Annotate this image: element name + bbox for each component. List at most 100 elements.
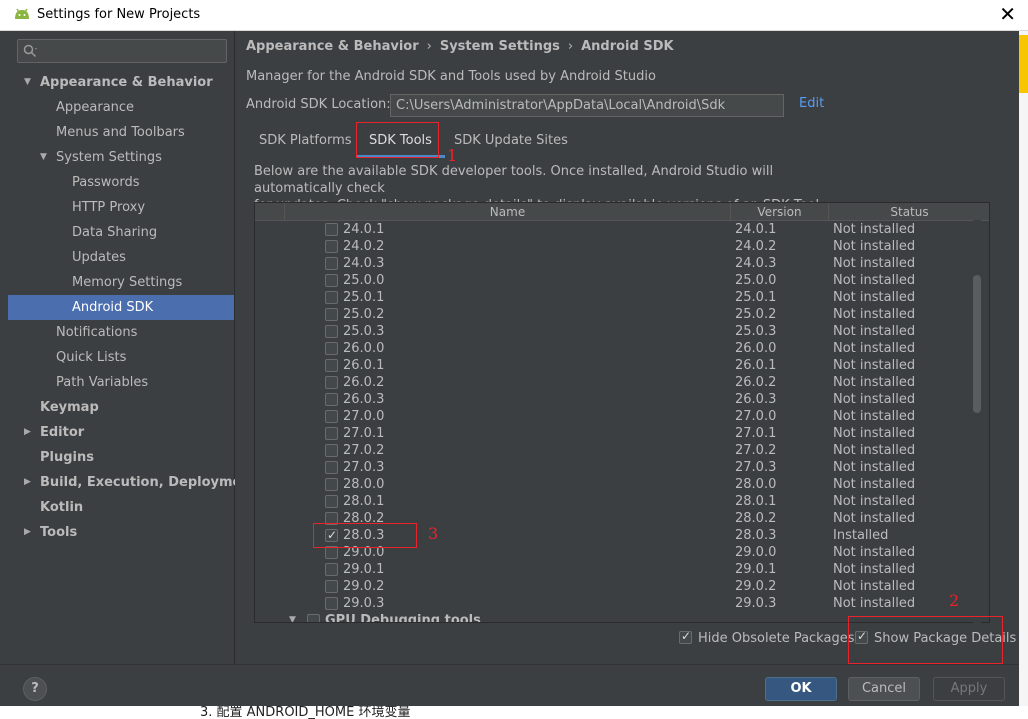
annotation-number-2: 2 [949,591,960,610]
chevron-down-icon[interactable]: ▼ [24,70,31,95]
annotation-number-3: 3 [428,524,439,543]
row-checkbox[interactable] [325,410,338,423]
sidebar-item-keymap[interactable]: Keymap [8,395,234,420]
chevron-right-icon[interactable]: ▶ [24,420,31,445]
chevron-right-icon[interactable]: ▶ [24,470,31,495]
sidebar-item-plugins[interactable]: Plugins [8,445,234,470]
breadcrumb-item: Android SDK [581,39,674,54]
sidebar-item-label: Memory Settings [72,275,183,290]
column-header-name[interactable]: Name [285,203,731,221]
table-row[interactable]: 27.0.2 27.0.2 Not installed [255,442,989,459]
row-checkbox[interactable] [325,376,338,389]
sidebar-item-path-variables[interactable]: Path Variables [8,370,234,395]
sdk-location-field[interactable]: C:\Users\Administrator\AppData\Local\And… [390,94,784,117]
row-checkbox[interactable] [325,427,338,440]
cell-status: Not installed [833,375,916,390]
sidebar-item-menus-and-toolbars[interactable]: Menus and Toolbars [8,120,234,145]
row-checkbox[interactable] [325,274,338,287]
sidebar-item-notifications[interactable]: Notifications [8,320,234,345]
table-scrollbar[interactable] [973,220,981,623]
table-row[interactable]: 26.0.0 26.0.0 Not installed [255,340,989,357]
cell-version: 24.0.2 [735,239,777,254]
row-checkbox[interactable] [325,444,338,457]
row-checkbox[interactable] [325,257,338,270]
cell-status: Not installed [833,273,916,288]
sidebar-item-kotlin[interactable]: Kotlin [8,495,234,520]
group-checkbox[interactable] [307,614,320,622]
table-row[interactable]: 27.0.3 27.0.3 Not installed [255,459,989,476]
table-row[interactable]: 25.0.1 25.0.1 Not installed [255,289,989,306]
cell-name: 27.0.1 [343,426,385,441]
table-row[interactable]: 28.0.0 28.0.0 Not installed [255,476,989,493]
help-button[interactable]: ? [23,677,47,701]
apply-button[interactable]: Apply [933,677,1005,701]
chevron-down-icon[interactable]: ▼ [289,612,296,622]
row-checkbox[interactable] [325,240,338,253]
table-row[interactable]: 26.0.3 26.0.3 Not installed [255,391,989,408]
table-row[interactable]: 25.0.0 25.0.0 Not installed [255,272,989,289]
table-row[interactable]: 26.0.1 26.0.1 Not installed [255,357,989,374]
edit-link[interactable]: Edit [799,96,824,111]
sidebar-item-appearance-behavior[interactable]: ▼ Appearance & Behavior [8,70,234,95]
sidebar-item-http-proxy[interactable]: HTTP Proxy [8,195,234,220]
table-row[interactable]: 25.0.3 25.0.3 Not installed [255,323,989,340]
table-row[interactable]: 26.0.2 26.0.2 Not installed [255,374,989,391]
tab-sdk-update-sites[interactable]: SDK Update Sites [441,128,581,158]
cell-status: Not installed [833,426,916,441]
hide-obsolete-packages-checkbox[interactable]: Hide Obsolete Packages [679,629,854,646]
table-row[interactable]: 29.0.1 29.0.1 Not installed [255,561,989,578]
cell-version: 24.0.1 [735,222,777,237]
row-checkbox[interactable] [325,223,338,236]
cell-version: 27.0.1 [735,426,777,441]
cell-version: 25.0.3 [735,324,777,339]
table-row[interactable]: 24.0.3 24.0.3 Not installed [255,255,989,272]
table-row[interactable]: 25.0.2 25.0.2 Not installed [255,306,989,323]
row-checkbox[interactable] [325,359,338,372]
sidebar-item-tools[interactable]: ▶ Tools [8,520,234,545]
table-row[interactable]: 24.0.1 24.0.1 Not installed [255,221,989,238]
table-row[interactable]: 27.0.1 27.0.1 Not installed [255,425,989,442]
table-row[interactable]: 27.0.0 27.0.0 Not installed [255,408,989,425]
sidebar-item-editor[interactable]: ▶ Editor [8,420,234,445]
row-checkbox[interactable] [325,342,338,355]
row-checkbox[interactable] [325,563,338,576]
chevron-right-icon[interactable]: ▶ [24,520,31,545]
row-checkbox[interactable] [325,597,338,610]
column-header-status[interactable]: Status [829,203,989,221]
ok-button[interactable]: OK [765,677,837,701]
chevron-down-icon[interactable]: ▼ [40,145,47,170]
table-row[interactable]: 28.0.1 28.0.1 Not installed [255,493,989,510]
cancel-button[interactable]: Cancel [848,677,920,701]
table-row[interactable]: 29.0.2 29.0.2 Not installed [255,578,989,595]
row-checkbox[interactable] [325,308,338,321]
cell-name: 28.0.0 [343,477,385,492]
row-checkbox[interactable] [325,393,338,406]
sidebar-item-build-execution-deployment[interactable]: ▶ Build, Execution, Deployment [8,470,257,495]
table-row[interactable]: 24.0.2 24.0.2 Not installed [255,238,989,255]
search-input[interactable] [17,39,227,63]
sidebar-item-label: Tools [40,525,78,540]
sidebar-item-appearance[interactable]: Appearance [8,95,234,120]
column-header-version[interactable]: Version [731,203,829,221]
sidebar-item-data-sharing[interactable]: Data Sharing [8,220,234,245]
checkbox-icon[interactable] [679,629,692,644]
tab-sdk-platforms[interactable]: SDK Platforms [246,128,365,158]
row-checkbox[interactable] [325,291,338,304]
row-checkbox[interactable] [325,495,338,508]
annotation-box-1 [356,122,439,158]
sidebar-item-android-sdk[interactable]: Android SDK [8,295,234,320]
sidebar-item-system-settings[interactable]: ▼ System Settings [8,145,234,170]
row-checkbox[interactable] [325,461,338,474]
close-icon[interactable]: ✕ [999,4,1016,24]
sidebar-item-quick-lists[interactable]: Quick Lists [8,345,234,370]
scrollbar-thumb[interactable] [973,275,981,413]
row-checkbox[interactable] [325,580,338,593]
sidebar-item-passwords[interactable]: Passwords [8,170,234,195]
row-checkbox[interactable] [325,478,338,491]
sidebar-item-label: Build, Execution, Deployment [40,475,257,490]
group-label: GPU Debugging tools [325,613,481,623]
sidebar-item-memory-settings[interactable]: Memory Settings [8,270,234,295]
sidebar-item-updates[interactable]: Updates [8,245,234,270]
table-row[interactable]: 29.0.3 29.0.3 Not installed [255,595,989,612]
row-checkbox[interactable] [325,325,338,338]
